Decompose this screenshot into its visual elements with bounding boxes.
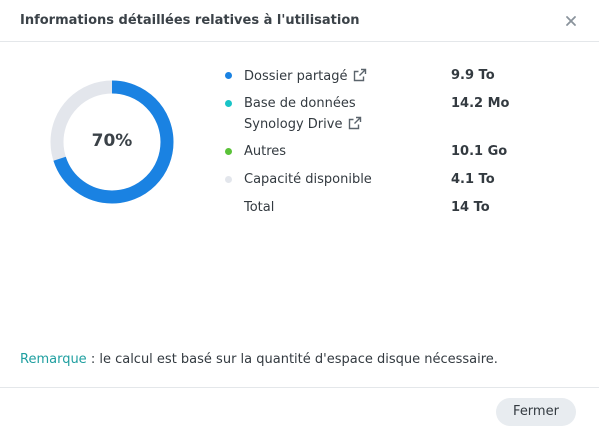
- legend-value: 14 To: [451, 200, 490, 215]
- legend-dot: [225, 100, 232, 107]
- legend-dot: [225, 148, 232, 155]
- dialog-title-bar: Informations détaillées relatives à l'ut…: [0, 0, 599, 42]
- dialog-footer: Fermer: [0, 387, 599, 435]
- legend-dot: [225, 72, 232, 79]
- remark-lead: Remarque: [20, 352, 87, 367]
- legend-dot: [225, 176, 232, 183]
- remark-note: Remarque : le calcul est basé sur la qua…: [20, 352, 498, 367]
- external-link-icon[interactable]: [348, 116, 362, 130]
- legend-row-shared-folder: Dossier partagé 9.9 To: [222, 66, 562, 94]
- legend-label: Dossier partagé: [244, 68, 367, 85]
- legend-label: Autres: [244, 144, 287, 159]
- legend-value: 4.1 To: [451, 172, 495, 187]
- usage-legend: Dossier partagé 9.9 To Base de données Sy…: [222, 66, 562, 226]
- legend-label: Base de données Synology Drive: [244, 96, 362, 133]
- legend-row-available: Capacité disponible 4.1 To: [222, 170, 562, 198]
- legend-value: 9.9 To: [451, 68, 495, 83]
- usage-details-dialog: Informations détaillées relatives à l'ut…: [0, 0, 599, 435]
- legend-row-other: Autres 10.1 Go: [222, 142, 562, 170]
- legend-row-total: Total 14 To: [222, 198, 562, 226]
- usage-percent: 70%: [91, 131, 133, 151]
- remark-text: : le calcul est basé sur la quantité d'e…: [86, 352, 498, 367]
- close-icon[interactable]: [562, 12, 580, 30]
- dialog-title: Informations détaillées relatives à l'ut…: [20, 13, 360, 28]
- legend-row-database: Base de données Synology Drive 14.2 Mo: [222, 94, 562, 142]
- legend-value: 10.1 Go: [451, 144, 508, 159]
- close-button[interactable]: Fermer: [496, 398, 576, 426]
- legend-label: Capacité disponible: [244, 172, 372, 187]
- external-link-icon[interactable]: [353, 68, 367, 82]
- legend-label: Total: [244, 200, 275, 215]
- legend-value: 14.2 Mo: [451, 96, 510, 111]
